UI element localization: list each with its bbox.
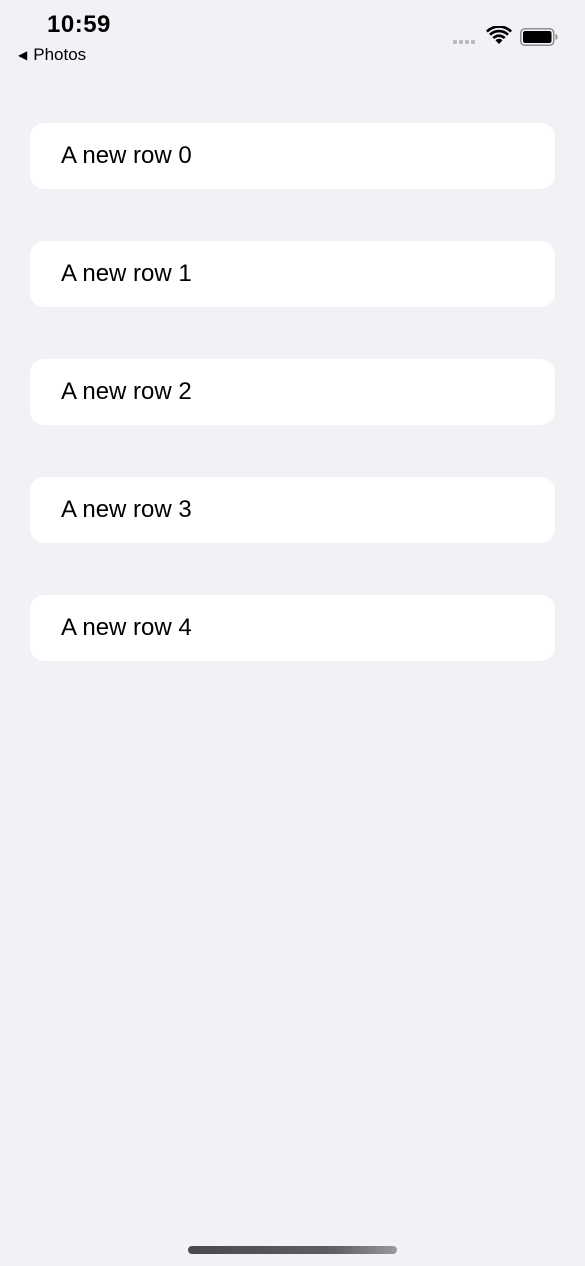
list-item-label: A new row 3	[61, 496, 192, 523]
rows-list: A new row 0 A new row 1 A new row 2 A ne…	[30, 123, 555, 713]
list-item-label: A new row 1	[61, 260, 192, 287]
back-link-label: Photos	[33, 45, 87, 64]
list-item[interactable]: A new row 2	[30, 359, 555, 425]
battery-icon	[520, 28, 558, 46]
list-item[interactable]: A new row 1	[30, 241, 555, 307]
list-item[interactable]: A new row 0	[30, 123, 555, 189]
list-item-label: A new row 4	[61, 614, 192, 641]
wifi-icon	[486, 26, 512, 44]
list-item[interactable]: A new row 4	[30, 595, 555, 661]
list-item[interactable]: A new row 3	[30, 477, 555, 543]
back-to-photos-link[interactable]: ◀ Photos	[18, 45, 86, 65]
list-item-label: A new row 2	[61, 378, 192, 405]
signal-icon	[453, 40, 475, 44]
back-arrow-icon: ◀	[18, 48, 28, 62]
list-item-label: A new row 0	[61, 142, 192, 169]
status-time: 10:59	[47, 11, 111, 38]
home-indicator[interactable]	[188, 1246, 397, 1254]
status-bar: 10:59 ◀ Photos	[0, 0, 585, 70]
